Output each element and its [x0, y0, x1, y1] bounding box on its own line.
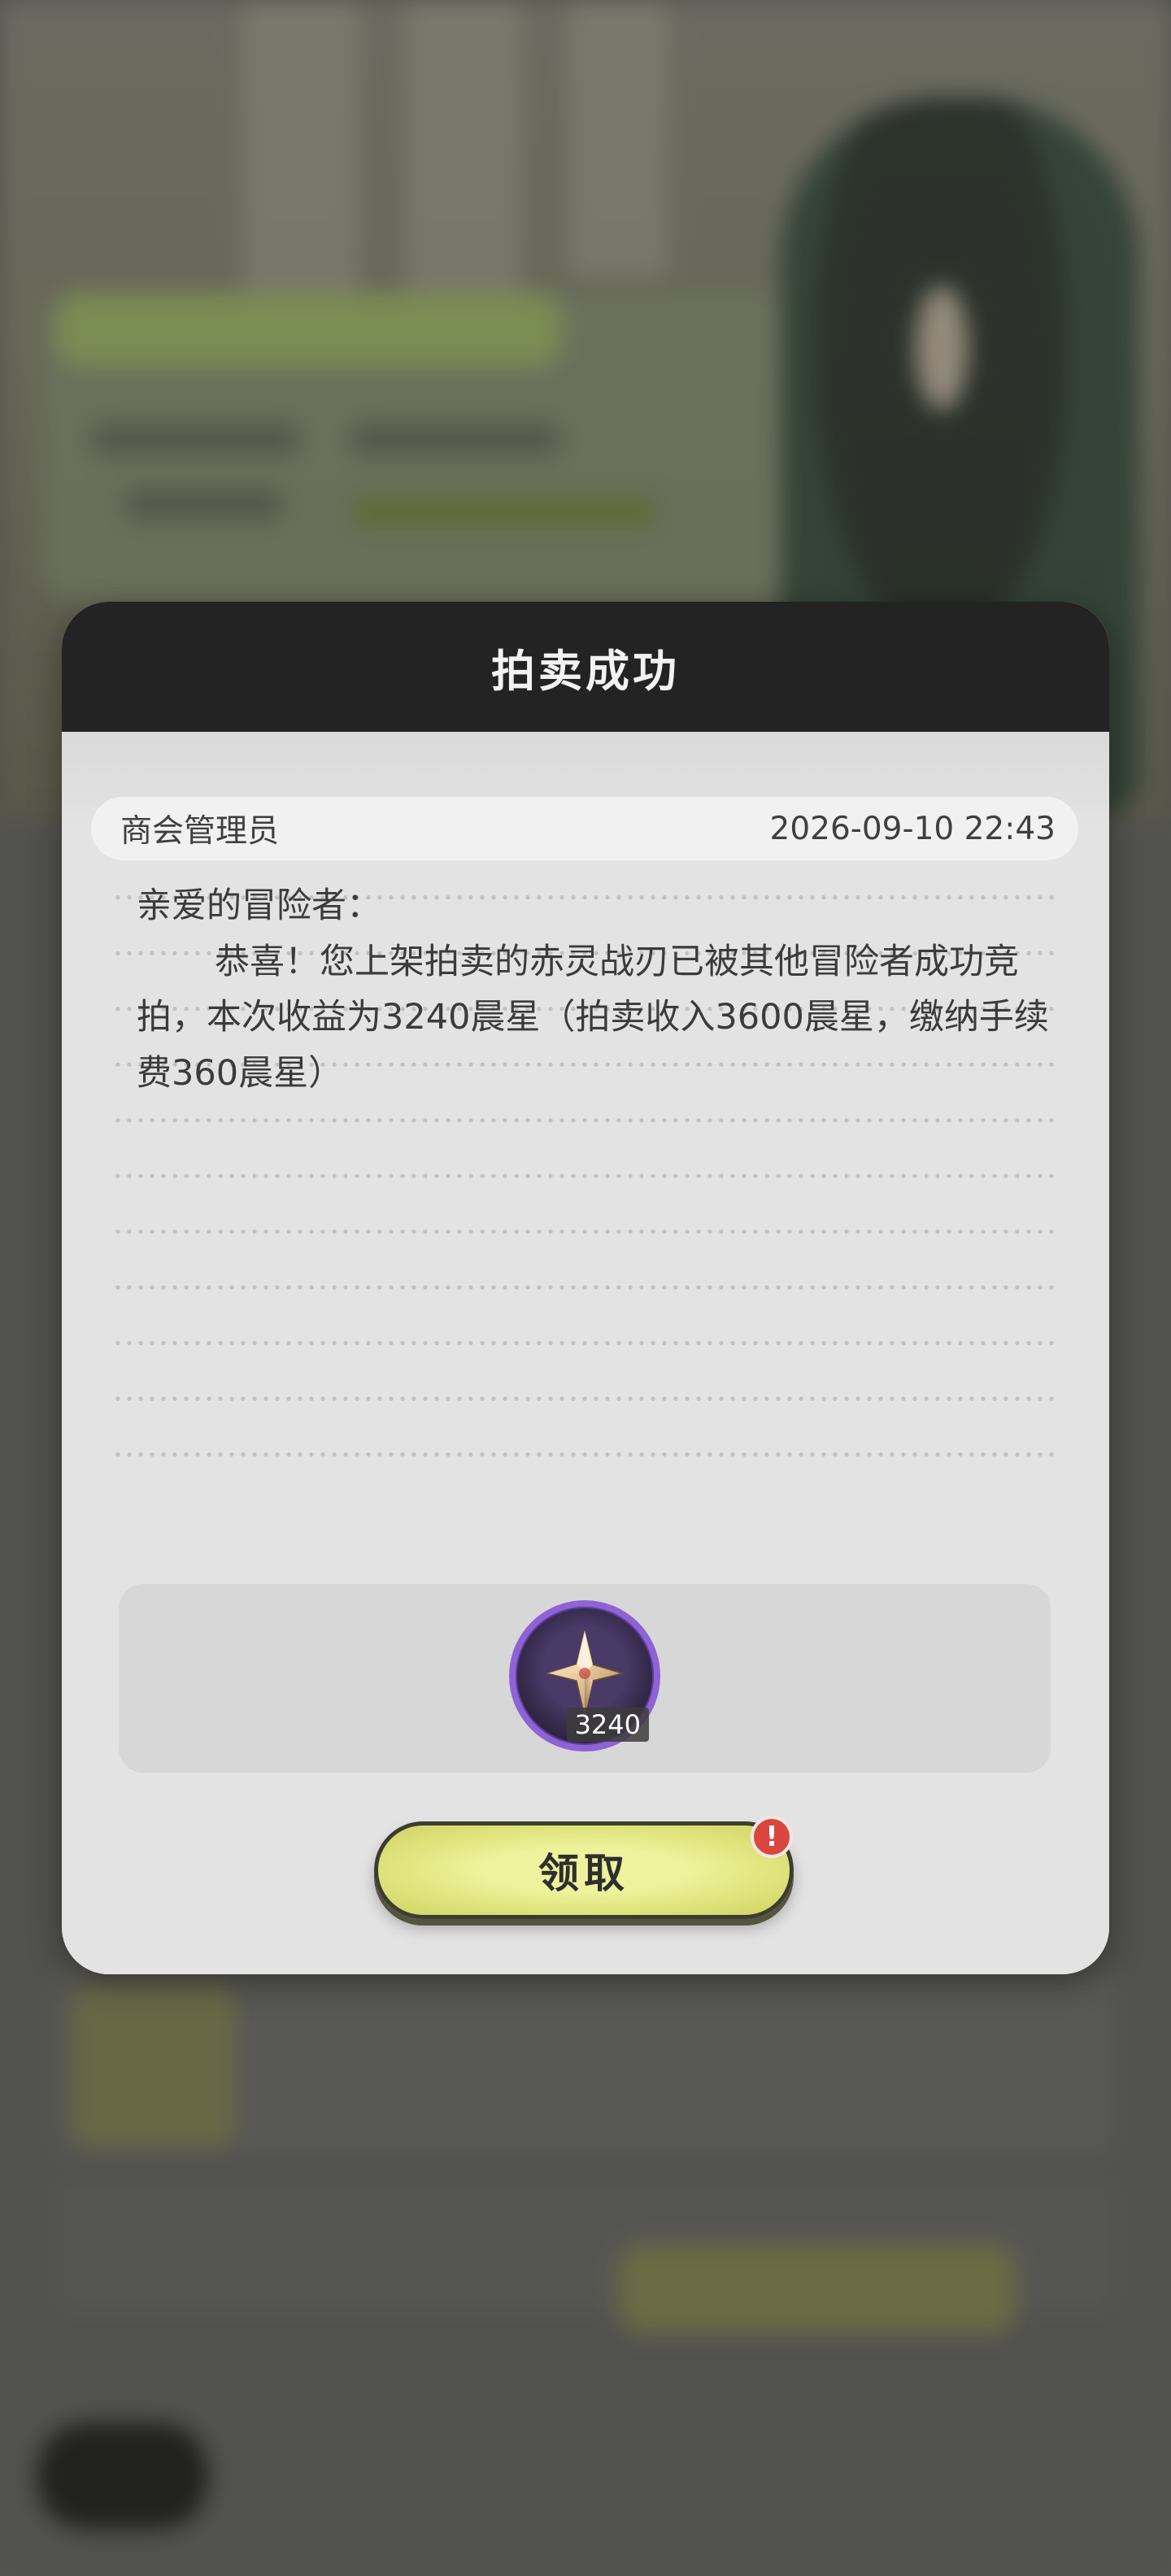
mail-timestamp: 2026-09-10 22:43	[769, 810, 1056, 847]
dialog-title: 拍卖成功	[491, 645, 680, 697]
mail-letter: 亲爱的冒险者： 恭喜！您上架拍卖的赤灵战刃已被其他冒险者成功竞拍，本次收益为32…	[112, 878, 1056, 1472]
reward-count: 3240	[566, 1708, 649, 1742]
dialog-body: 商会管理员 2026-09-10 22:43 亲爱的冒险者： 恭喜！您上架拍卖的…	[62, 732, 1109, 1974]
alert-badge: !	[751, 1816, 793, 1858]
mail-greeting: 亲爱的冒险者：	[137, 886, 381, 926]
claim-button[interactable]: 领取 !	[374, 1816, 794, 1919]
reward-box: 3240	[119, 1584, 1051, 1773]
mail-sender: 商会管理员	[120, 813, 280, 850]
dialog-header: 拍卖成功	[62, 602, 1109, 732]
star-crystal-icon	[546, 1630, 624, 1717]
mail-body: 恭喜！您上架拍卖的赤灵战刃已被其他冒险者成功竞拍，本次收益为3240晨星（拍卖收…	[137, 941, 1049, 1094]
mail-content: 亲爱的冒险者： 恭喜！您上架拍卖的赤灵战刃已被其他冒险者成功竞拍，本次收益为32…	[137, 878, 1056, 1101]
claim-button-label: 领取	[538, 1850, 629, 1897]
auction-mail-dialog: 拍卖成功 商会管理员 2026-09-10 22:43 亲爱的冒险者： 恭喜！您…	[62, 602, 1109, 1974]
mail-sender-bar: 商会管理员 2026-09-10 22:43	[91, 797, 1078, 860]
reward-item[interactable]: 3240	[509, 1600, 660, 1751]
